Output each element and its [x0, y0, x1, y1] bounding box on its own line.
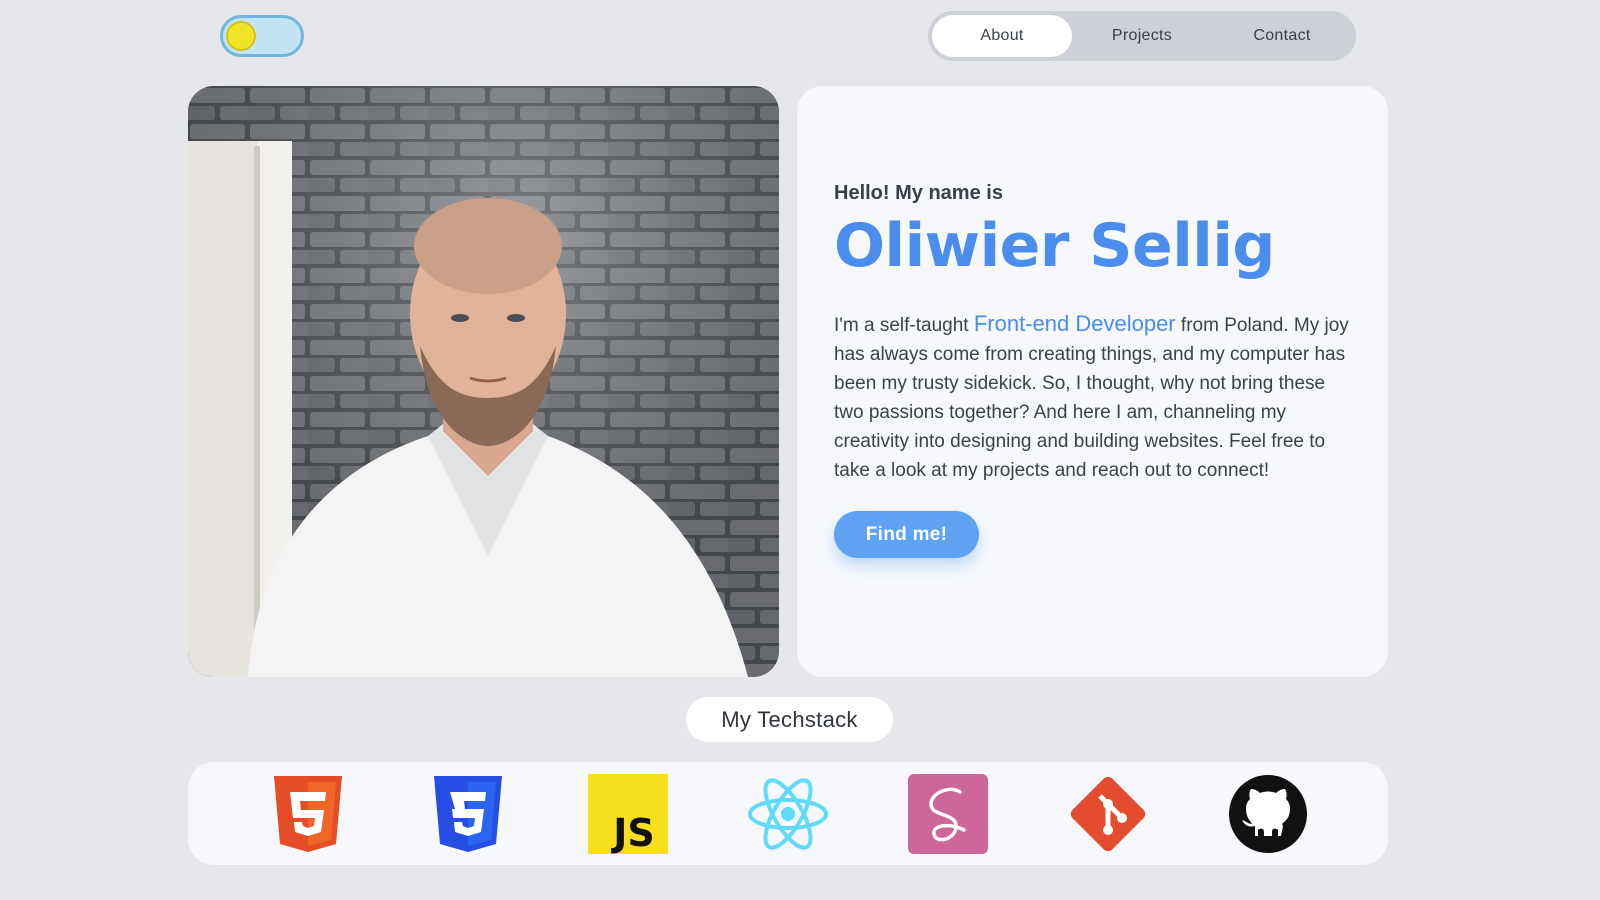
nav-contact[interactable]: Contact: [1212, 15, 1352, 57]
page: About Projects Contact Hello! My name is…: [0, 0, 1600, 900]
sass-icon: [908, 773, 988, 854]
svg-text:JS: JS: [610, 811, 655, 854]
bio-role: Front-end Developer: [973, 311, 1176, 336]
nav-projects[interactable]: Projects: [1072, 15, 1212, 57]
sun-icon: [226, 21, 256, 51]
techstack-bar: JS: [188, 762, 1388, 865]
top-nav: About Projects Contact: [928, 11, 1356, 61]
intro-card: Hello! My name is Oliwier Sellig I'm a s…: [797, 86, 1388, 677]
theme-toggle[interactable]: [220, 15, 304, 57]
bio-text-start: I'm a self-taught: [834, 315, 974, 336]
bio-text-end: from Poland. My joy has always come from…: [834, 315, 1349, 481]
developer-name: Oliwier Sellig: [834, 211, 1275, 281]
profile-photo: [188, 86, 779, 677]
git-icon: [1068, 774, 1148, 854]
css3-icon: [428, 774, 508, 854]
html5-icon: [268, 774, 348, 854]
react-icon: [748, 774, 828, 854]
nav-about[interactable]: About: [932, 15, 1072, 57]
javascript-icon: JS: [588, 773, 668, 854]
greeting: Hello! My name is: [834, 182, 1003, 204]
find-me-button[interactable]: Find me!: [834, 511, 979, 558]
github-icon: [1228, 774, 1308, 854]
techstack-title: My Techstack: [686, 697, 893, 742]
bio-text: I'm a self-taught Front-end Developer fr…: [834, 309, 1354, 485]
